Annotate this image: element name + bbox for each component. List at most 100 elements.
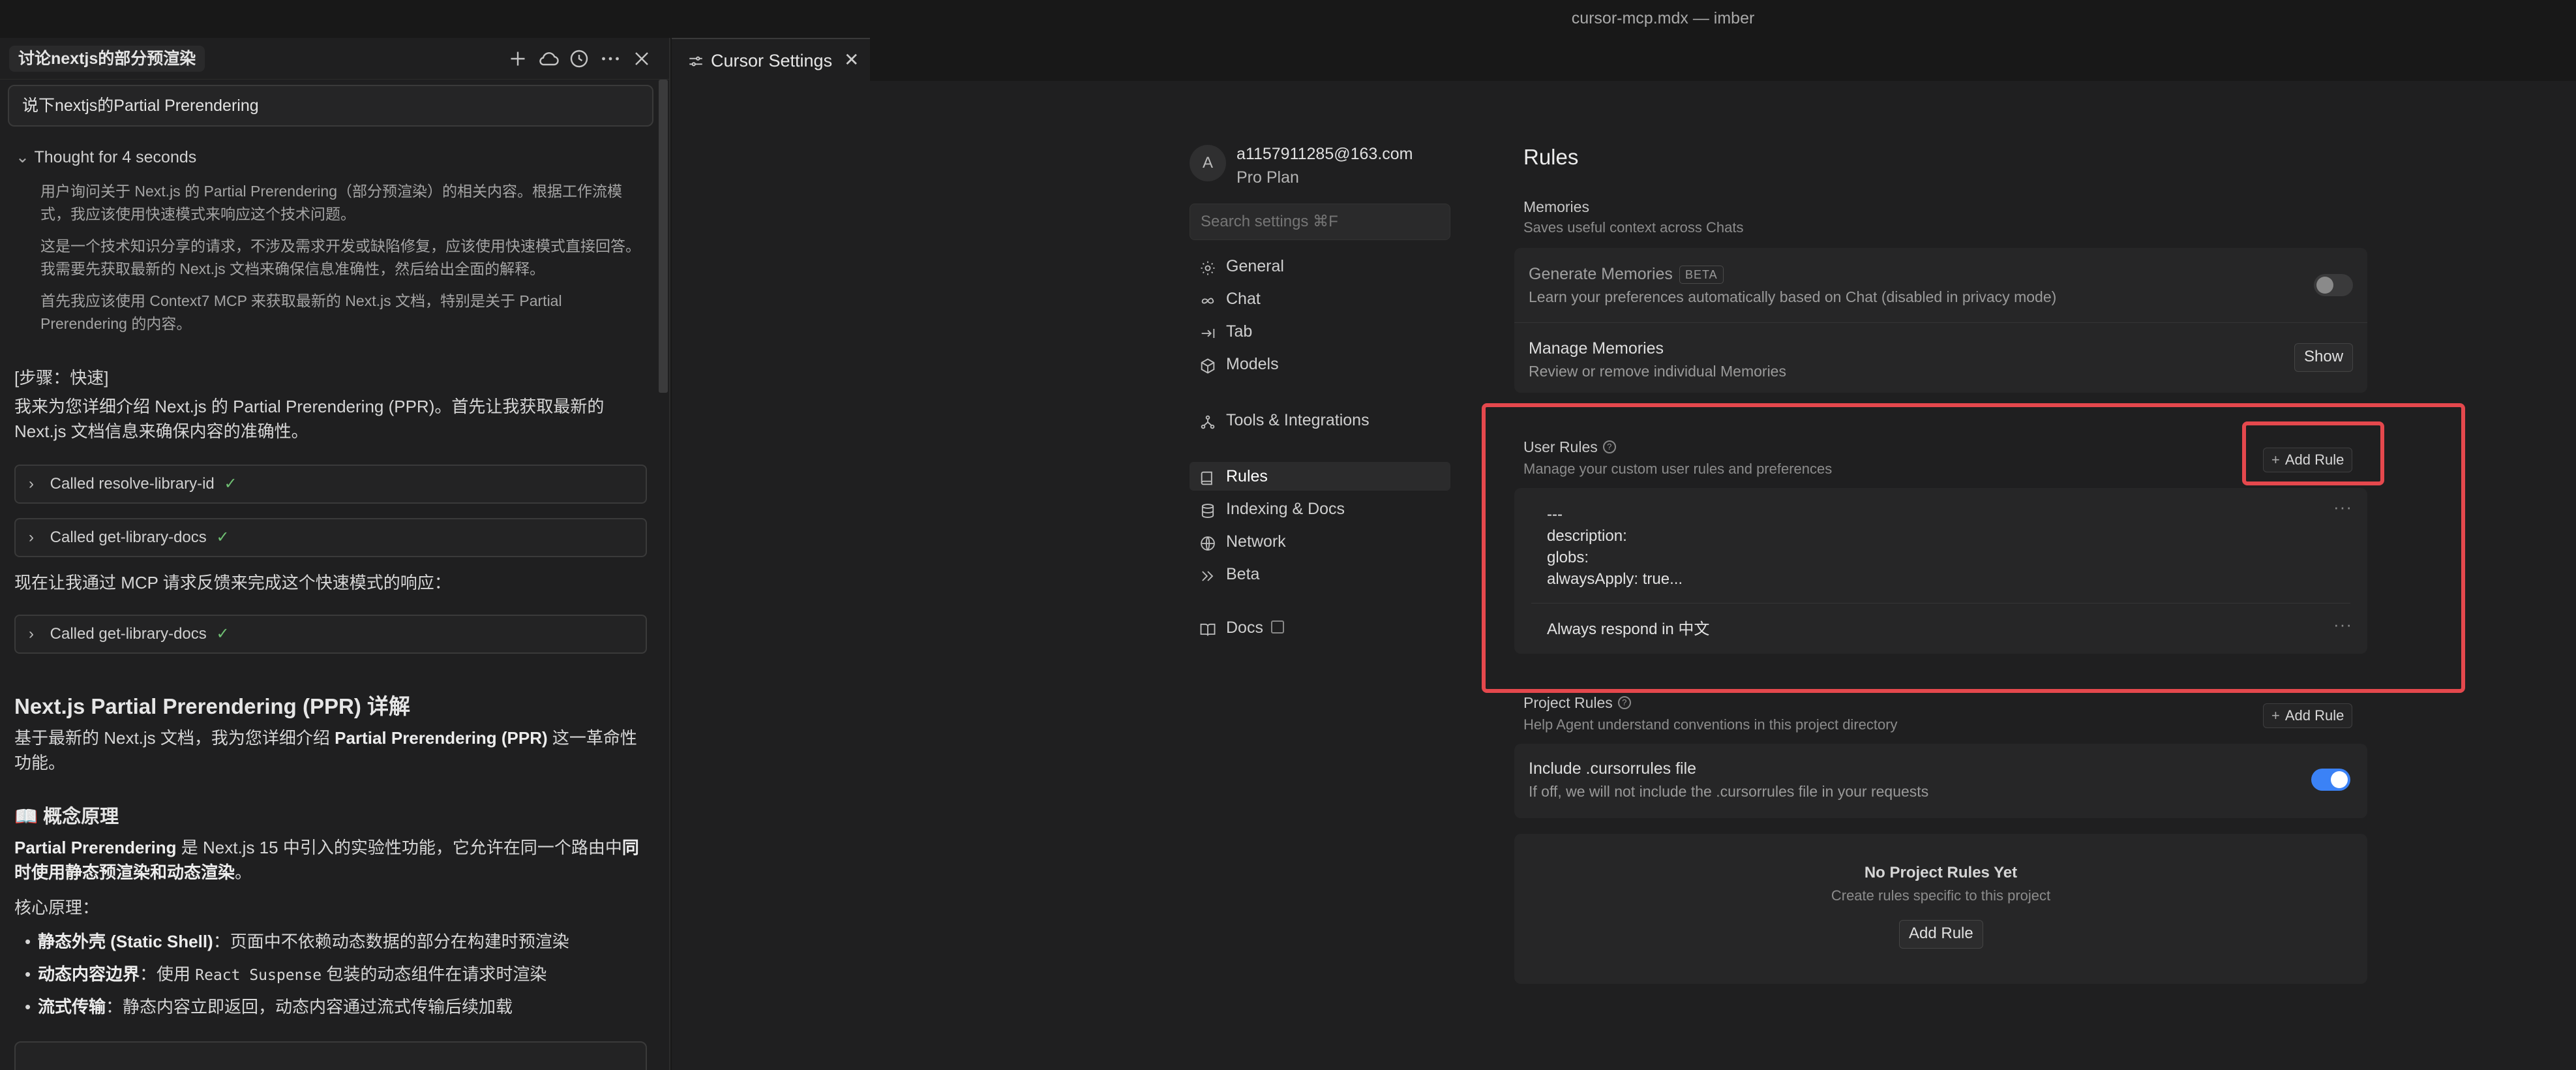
nav-item-network[interactable]: Network bbox=[1190, 527, 1450, 556]
thought-paragraph: 用户询问关于 Next.js 的 Partial Prerendering（部分… bbox=[40, 183, 623, 222]
database-icon bbox=[1199, 500, 1217, 519]
globe-icon bbox=[1199, 533, 1217, 551]
chat-title-tab[interactable]: 讨论nextjs的部分预渲染 bbox=[9, 46, 205, 72]
plus-icon: + bbox=[2271, 707, 2280, 724]
external-link-icon bbox=[1270, 620, 1284, 634]
chat-header: 讨论nextjs的部分预渲染 bbox=[0, 38, 669, 80]
thought-paragraph: 这是一个技术知识分享的请求，不涉及需求开发或缺陷修复，应该使用快速模式直接回答。… bbox=[40, 237, 640, 277]
tool-call-card[interactable]: › Called resolve-library-id ✓ bbox=[14, 465, 647, 504]
nav-item-rules[interactable]: Rules bbox=[1190, 462, 1450, 491]
manage-memories-subtitle: Review or remove individual Memories bbox=[1529, 363, 1786, 380]
open-book-icon bbox=[1199, 619, 1217, 637]
nav-item-general[interactable]: General bbox=[1190, 252, 1450, 281]
core-label: 核心原理： bbox=[14, 898, 100, 917]
window-title: cursor-mcp.mdx — imber bbox=[1571, 9, 1755, 27]
list-item: 动态内容边界：使用 React Suspense 包装的动态组件在请求时渲染 bbox=[25, 962, 651, 988]
tool-call-card[interactable]: › Called get-library-docs ✓ bbox=[14, 615, 647, 654]
add-project-rule-empty-button[interactable]: Add Rule bbox=[1899, 920, 1983, 949]
editor-tab-bar: Cursor Settings ✕ bbox=[672, 38, 2576, 81]
concept-heading: 📖 概念原理 bbox=[14, 806, 119, 827]
account-email: a1157911285@163.com bbox=[1236, 145, 1413, 163]
account-plan: Pro Plan bbox=[1236, 168, 1299, 187]
nav-item-docs[interactable]: Docs bbox=[1190, 613, 1450, 642]
tab-cursor-settings[interactable]: Cursor Settings ✕ bbox=[672, 38, 870, 81]
mcp-line: 现在让我通过 MCP 请求反馈来完成这个快速模式的响应： bbox=[14, 573, 451, 592]
include-cursorrules-card: Include .cursorrules file If off, we wil… bbox=[1514, 744, 2367, 818]
chevron-right-icon: › bbox=[29, 625, 34, 643]
title-bar: cursor-mcp.mdx — imber bbox=[0, 0, 2576, 38]
nav-item-chat[interactable]: Chat bbox=[1190, 284, 1450, 313]
check-icon: ✓ bbox=[224, 475, 237, 493]
thought-toggle[interactable]: ⌄ Thought for 4 seconds bbox=[16, 147, 196, 167]
include-cursorrules-toggle[interactable] bbox=[2311, 769, 2350, 791]
nav-item-models[interactable]: Models bbox=[1190, 350, 1450, 378]
tool-call-label: Called get-library-docs bbox=[50, 625, 207, 643]
sliders-icon bbox=[687, 53, 704, 70]
toggle-knob bbox=[2316, 277, 2333, 294]
double-chevron-icon bbox=[1199, 566, 1217, 584]
chat-panel: 讨论nextjs的部分预渲染 说下nextjs的Partial Prerende… bbox=[0, 38, 670, 1070]
book-icon bbox=[1199, 468, 1217, 486]
assistant-intro: 我来为您详细介绍 Next.js 的 Partial Prerendering … bbox=[14, 397, 605, 441]
include-cursorrules-subtitle: If off, we will not include the .cursorr… bbox=[1529, 783, 1929, 800]
concept-paragraph: Partial Prerendering 是 Next.js 15 中引入的实验… bbox=[14, 838, 639, 882]
manage-memories-title: Manage Memories bbox=[1529, 339, 1664, 358]
check-icon: ✓ bbox=[216, 625, 230, 643]
beta-badge: BETA bbox=[1679, 266, 1724, 284]
memories-subtitle: Saves useful context across Chats bbox=[1523, 219, 1744, 236]
nodes-icon bbox=[1199, 412, 1217, 430]
chat-scrollbar[interactable] bbox=[659, 80, 668, 393]
nav-item-tab[interactable]: Tab bbox=[1190, 317, 1450, 346]
page-title: Rules bbox=[1523, 145, 1579, 169]
chevron-down-icon: ⌄ bbox=[16, 148, 29, 166]
project-rules-heading: Project Rules? bbox=[1523, 694, 1631, 712]
tab-arrow-icon bbox=[1199, 323, 1217, 341]
generate-memories-toggle[interactable] bbox=[2314, 274, 2353, 296]
generate-memories-title: Generate Memories BETA bbox=[1529, 265, 1724, 284]
more-options-icon[interactable] bbox=[599, 47, 622, 70]
close-panel-icon[interactable] bbox=[630, 47, 653, 70]
close-tab-icon[interactable]: ✕ bbox=[844, 51, 862, 69]
generate-memories-subtitle: Learn your preferences automatically bas… bbox=[1529, 288, 2057, 305]
tab-label: Cursor Settings bbox=[711, 51, 833, 70]
history-icon[interactable] bbox=[567, 47, 591, 70]
response-paragraph: 基于最新的 Next.js 文档，我为您详细介绍 Partial Prerend… bbox=[14, 728, 637, 772]
infinity-icon bbox=[1199, 290, 1217, 309]
list-item: 静态外壳 (Static Shell)：页面中不依赖动态数据的部分在构建时预渲染 bbox=[25, 929, 651, 954]
show-memories-button[interactable]: Show bbox=[2294, 343, 2354, 372]
project-rules-subtitle: Help Agent understand conventions in thi… bbox=[1523, 716, 1898, 733]
cloud-icon[interactable] bbox=[537, 47, 561, 70]
project-rules-empty-card: No Project Rules Yet Create rules specif… bbox=[1514, 834, 2367, 984]
nav-item-indexing-docs[interactable]: Indexing & Docs bbox=[1190, 495, 1450, 523]
include-cursorrules-title: Include .cursorrules file bbox=[1529, 759, 1697, 778]
check-icon: ✓ bbox=[216, 528, 230, 546]
tool-call-label: Called get-library-docs bbox=[50, 528, 207, 546]
list-item: 流式传输：静态内容立即返回，动态内容通过流式传输后续加载 bbox=[25, 994, 651, 1019]
tool-call-label: Called resolve-library-id bbox=[50, 475, 215, 493]
response-heading: Next.js Partial Prerendering (PPR) 详解 bbox=[14, 694, 411, 718]
thought-label: Thought for 4 seconds bbox=[34, 148, 197, 166]
user-message[interactable]: 说下nextjs的Partial Prerendering bbox=[8, 85, 653, 127]
thought-paragraph: 首先我应该使用 Context7 MCP 来获取最新的 Next.js 文档，特… bbox=[40, 292, 562, 332]
new-chat-plus-icon[interactable] bbox=[506, 47, 530, 70]
add-rule-highlight bbox=[2242, 421, 2384, 485]
avatar: A bbox=[1190, 145, 1226, 181]
toggle-knob bbox=[2331, 771, 2348, 788]
chevron-right-icon: › bbox=[29, 528, 34, 546]
empty-state-title: No Project Rules Yet bbox=[1864, 864, 2018, 881]
gear-icon bbox=[1199, 258, 1217, 276]
nav-item-beta[interactable]: Beta bbox=[1190, 560, 1450, 588]
chat-input-card[interactable] bbox=[14, 1041, 647, 1070]
memories-card: Generate Memories BETA Learn your prefere… bbox=[1514, 248, 2367, 393]
cube-icon bbox=[1199, 356, 1217, 374]
info-icon[interactable]: ? bbox=[1617, 696, 1631, 709]
add-project-rule-button[interactable]: + Add Rule bbox=[2263, 703, 2353, 728]
step-label: [步骤：快速] bbox=[14, 368, 109, 388]
divider bbox=[1514, 322, 2367, 323]
settings-search-input[interactable] bbox=[1190, 204, 1450, 240]
memories-heading: Memories bbox=[1523, 198, 1589, 215]
empty-state-subtitle: Create rules specific to this project bbox=[1831, 887, 2051, 904]
chevron-right-icon: › bbox=[29, 475, 34, 493]
nav-item-tools-integrations[interactable]: Tools & Integrations bbox=[1190, 406, 1450, 435]
tool-call-card[interactable]: › Called get-library-docs ✓ bbox=[14, 518, 647, 557]
